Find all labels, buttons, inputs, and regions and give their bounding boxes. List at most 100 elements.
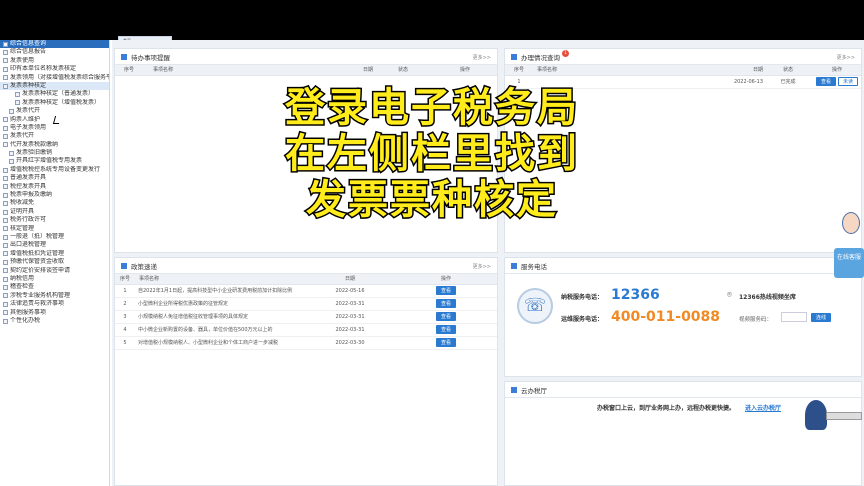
sidebar-item[interactable]: 综合信息查询 xyxy=(0,40,109,49)
policy-col-action: 操作 xyxy=(395,274,497,285)
sidebar-item-label: 出口退税管理 xyxy=(10,241,47,249)
caption-line-2: 在左侧栏里找到 xyxy=(284,130,579,179)
folder-icon xyxy=(3,318,8,324)
cloud-text: 办税窗口上云，到厅业务网上办，远程办税更快捷。 xyxy=(597,405,736,412)
cloud-link[interactable]: 进入云办税厅 xyxy=(745,403,781,412)
cloud-panel: 云办税厅 办税窗口上云，到厅业务网上办，远程办税更快捷。 进入云办税厅 xyxy=(504,381,862,486)
sidebar-item[interactable]: 稽查检查 xyxy=(0,283,109,291)
video-code-input[interactable] xyxy=(781,312,807,322)
todo-col-no: 序号 xyxy=(115,65,143,76)
sidebar-item-label: 综合信息查询 xyxy=(10,40,47,47)
location-pin-icon: ⌾ xyxy=(727,290,732,299)
progress-header: 办理情况查询 1 更多>> xyxy=(505,49,861,65)
policy-icon xyxy=(121,262,127,269)
service-icon xyxy=(511,262,517,269)
sidebar-item[interactable]: 预缴代保管资金收取 xyxy=(0,258,109,266)
folder-icon xyxy=(3,310,8,316)
folder-icon xyxy=(3,259,8,265)
folder-icon xyxy=(3,251,8,257)
policy-panel: 政策速递 更多>> 序号 事项名称 日期 操作 1 自2022年1月1日起，提高科… xyxy=(114,257,498,486)
cloud-icon xyxy=(511,386,517,393)
service-panel: 服务电话 ☏ 纳税服务电话： 12366 运维服务电话： 400-011-008… xyxy=(504,257,862,377)
policy-col-date: 日期 xyxy=(305,274,395,285)
video-code-label: 视频服务码： xyxy=(739,317,773,323)
sidebar-item[interactable]: 个性化办税 xyxy=(0,317,109,325)
progress-col-name: 事项名称 xyxy=(533,65,653,76)
ops-label: 运维服务电话： xyxy=(561,316,604,323)
todo-header: 待办事项提醒 更多>> xyxy=(115,49,497,65)
progress-icon xyxy=(511,53,517,60)
todo-col-action: 操作 xyxy=(433,65,497,76)
ime-toolbar-icon[interactable] xyxy=(826,412,862,420)
table-row: 4 中小微企业新购置的设备、器具，单位价值在500万元以上的 2022-03-31 查… xyxy=(115,323,497,337)
sidebar-item-label: 契约定价安排谈签申请 xyxy=(10,266,71,274)
folder-icon xyxy=(3,66,8,72)
sidebar-item[interactable]: 出口退税管理 xyxy=(0,241,109,249)
sidebar-item[interactable]: 印有本单位名称发票核定 xyxy=(0,65,109,73)
online-service-label: 在线客服 xyxy=(834,248,864,278)
cloud-title: 云办税厅 xyxy=(521,386,547,395)
sidebar-item-label: 预缴代保管资金收取 xyxy=(10,258,65,266)
hotline-number: 12366 xyxy=(611,287,660,303)
policy-more-link[interactable]: 更多>> xyxy=(473,263,491,270)
sidebar-item[interactable]: 核定管理 xyxy=(0,225,109,233)
policy-header: 政策速递 更多>> xyxy=(115,258,497,274)
sidebar-item[interactable]: 一般退（抵）税管理 xyxy=(0,233,109,241)
table-row: 2 小型微利企业所得税优惠政策的征管规定 2022-03-31 查看 xyxy=(115,297,497,311)
sidebar-item-label: 纳税信用 xyxy=(10,274,35,282)
sidebar-item-label: 其他服务事项 xyxy=(10,308,47,316)
todo-col-status: 状态 xyxy=(373,65,433,76)
progress-more-link[interactable]: 更多>> xyxy=(837,54,855,61)
folder-icon xyxy=(3,234,8,240)
folder-icon xyxy=(3,226,8,232)
video-seat-label: 12366热线视频坐席 xyxy=(739,294,796,301)
view-button[interactable]: 查看 xyxy=(435,325,456,334)
folder-icon xyxy=(3,285,8,291)
sidebar-item[interactable]: 涉税专业服务机构管理 xyxy=(0,292,109,300)
sidebar-item[interactable]: 发票领用（对接增值税发票综合服务平台） xyxy=(0,74,109,82)
todo-col-name: 事项名称 xyxy=(143,65,293,76)
officer-mascot-icon xyxy=(805,400,827,430)
folder-icon xyxy=(3,268,8,274)
folder-icon xyxy=(3,301,8,307)
todo-table: 序号 事项名称 日期 状态 操作 xyxy=(115,65,497,76)
sidebar-item-label: 增值税抵扣凭证管理 xyxy=(10,249,65,257)
policy-title: 政策速递 xyxy=(131,262,157,271)
progress-badge: 1 xyxy=(562,50,569,57)
sidebar-item[interactable]: 契约定价安排谈签申请 xyxy=(0,267,109,275)
sidebar-item-label: 一般退（抵）税管理 xyxy=(10,232,65,240)
sidebar-item[interactable]: 法律追责与救济事项 xyxy=(0,300,109,308)
folder-icon xyxy=(3,276,8,282)
sidebar-item-label: 法律追责与救济事项 xyxy=(10,300,65,308)
cloud-header: 云办税厅 xyxy=(505,382,861,398)
sidebar-item[interactable]: 纳税信用 xyxy=(0,275,109,283)
video-caption: 登录电子税务局 在左侧栏里找到 发票票种核定 xyxy=(0,84,864,225)
connect-button[interactable]: 连线 xyxy=(811,313,832,322)
folder-icon xyxy=(3,75,8,81)
hotline-label: 纳税服务电话： xyxy=(561,294,604,301)
progress-col-status: 状态 xyxy=(763,65,813,76)
todo-more-link[interactable]: 更多>> xyxy=(473,54,491,61)
sidebar-item[interactable]: 综合信息报告 xyxy=(0,48,109,56)
table-row: 1 自2022年1月1日起，提高科技型中小企业研发费用税前加计扣除比例 2022-0… xyxy=(115,284,497,298)
policy-table: 序号 事项名称 日期 操作 1 自2022年1月1日起，提高科技型中小企业研发费用… xyxy=(115,274,497,350)
view-button[interactable]: 查看 xyxy=(435,299,456,308)
progress-col-action: 操作 xyxy=(813,65,861,76)
caption-line-3: 发票票种核定 xyxy=(305,176,558,225)
view-button[interactable]: 查看 xyxy=(435,338,456,347)
view-button[interactable]: 查看 xyxy=(435,286,456,295)
folder-icon xyxy=(3,41,8,47)
sidebar-item[interactable]: 其他服务事项 xyxy=(0,309,109,317)
sidebar-item[interactable]: 发票使用 xyxy=(0,57,109,65)
sidebar-item-label: 核定管理 xyxy=(10,224,35,232)
view-button[interactable]: 查看 xyxy=(435,312,456,321)
progress-col-no: 序号 xyxy=(505,65,533,76)
policy-col-no: 序号 xyxy=(115,274,135,285)
folder-icon xyxy=(3,293,8,299)
sidebar-item[interactable]: 增值税抵扣凭证管理 xyxy=(0,250,109,258)
todo-title: 待办事项提醒 xyxy=(131,53,170,62)
caption-line-1: 登录电子税务局 xyxy=(284,84,579,133)
folder-icon xyxy=(3,243,8,249)
service-title: 服务电话 xyxy=(521,262,547,271)
tax-bureau-screen: 首页 综合信息查询综合信息报告发票使用印有本单位名称发票核定发票领用（对接增值税… xyxy=(0,0,864,486)
